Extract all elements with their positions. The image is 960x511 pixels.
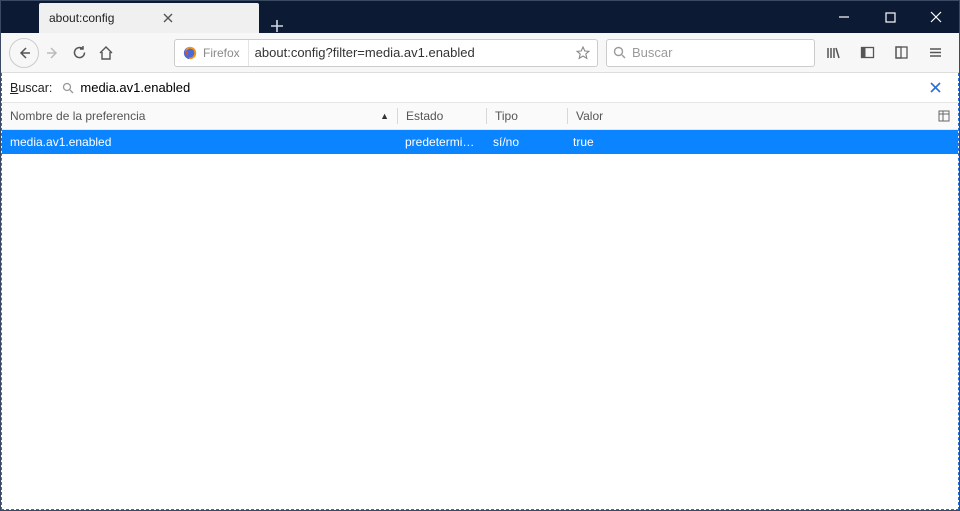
search-icon [613, 46, 626, 59]
sidebars-button[interactable] [851, 37, 883, 69]
search-box[interactable] [606, 39, 815, 67]
column-header-state[interactable]: Estado [398, 103, 486, 129]
window-minimize-button[interactable] [821, 1, 867, 33]
pref-type: sí/no [485, 130, 565, 154]
reload-button[interactable] [67, 37, 91, 69]
pref-state: predetermina... [397, 130, 485, 154]
window-maximize-button[interactable] [867, 1, 913, 33]
forward-button[interactable] [41, 37, 65, 69]
column-headers: Nombre de la preferencia ▲ Estado Tipo V… [2, 103, 958, 130]
pref-value: true [565, 130, 958, 154]
reader-view-button[interactable] [885, 37, 917, 69]
search-input[interactable] [632, 45, 808, 60]
column-picker-button[interactable] [930, 103, 958, 129]
clear-search-button[interactable] [930, 82, 950, 93]
identity-label: Firefox [203, 46, 240, 60]
url-text[interactable]: about:config?filter=media.av1.enabled [249, 45, 569, 60]
tab-title: about:config [49, 11, 114, 25]
window-titlebar: about:config [1, 1, 959, 33]
tab-close-icon[interactable] [160, 10, 176, 26]
back-button[interactable] [9, 37, 39, 69]
about-config-page: Buscar: Nombre de la preferencia ▲ Estad… [1, 73, 959, 510]
window-close-button[interactable] [913, 1, 959, 33]
browser-tab[interactable]: about:config [39, 3, 259, 33]
new-tab-button[interactable] [263, 19, 291, 33]
pref-name: media.av1.enabled [2, 130, 397, 154]
library-button[interactable] [817, 37, 849, 69]
column-header-name[interactable]: Nombre de la preferencia ▲ [2, 103, 397, 129]
pref-row[interactable]: media.av1.enabled predetermina... sí/no … [2, 130, 958, 154]
nav-toolbar: Firefox about:config?filter=media.av1.en… [1, 33, 959, 73]
sort-asc-icon: ▲ [380, 111, 389, 121]
app-menu-button[interactable] [919, 37, 951, 69]
search-label: Buscar: [10, 81, 52, 95]
pref-search-bar: Buscar: [2, 73, 958, 103]
url-bar[interactable]: Firefox about:config?filter=media.av1.en… [174, 39, 598, 67]
column-header-type[interactable]: Tipo [487, 103, 567, 129]
column-header-value[interactable]: Valor [568, 103, 930, 129]
site-identity[interactable]: Firefox [175, 40, 249, 66]
home-button[interactable] [94, 37, 118, 69]
bookmark-star-icon[interactable] [569, 46, 597, 60]
search-icon [62, 82, 74, 94]
firefox-icon [183, 46, 197, 60]
pref-search-input[interactable] [80, 80, 920, 95]
